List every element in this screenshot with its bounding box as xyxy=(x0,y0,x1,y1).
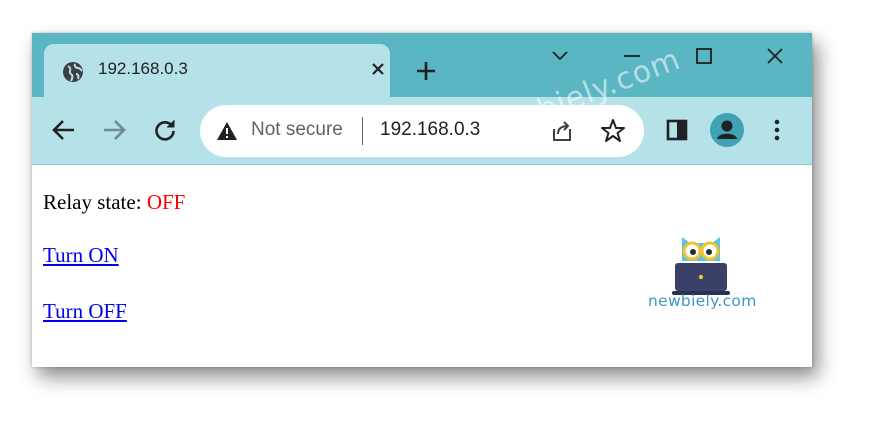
relay-state-label: Relay state: xyxy=(43,190,142,214)
warning-icon[interactable] xyxy=(216,121,238,141)
profile-avatar-icon[interactable] xyxy=(710,113,744,147)
chevron-down-icon[interactable] xyxy=(540,39,580,73)
address-bar[interactable]: Not secure 192.168.0.3 xyxy=(200,105,644,157)
security-label[interactable]: Not secure xyxy=(251,119,351,141)
omnibox-divider xyxy=(362,117,363,145)
reload-icon[interactable] xyxy=(148,113,182,147)
star-icon[interactable] xyxy=(600,118,626,144)
relay-state-value: OFF xyxy=(146,190,186,214)
relay-state-line: Relay state: OFF xyxy=(43,190,185,215)
logo-text: newbiely.com xyxy=(648,292,757,310)
close-window-icon[interactable] xyxy=(755,39,795,73)
globe-icon xyxy=(62,61,84,83)
tab-active[interactable]: 192.168.0.3 xyxy=(44,44,390,97)
close-icon[interactable] xyxy=(366,57,390,81)
side-panel-icon[interactable] xyxy=(660,113,694,147)
url-text[interactable]: 192.168.0.3 xyxy=(380,119,480,141)
share-icon[interactable] xyxy=(550,119,574,143)
minimize-icon[interactable] xyxy=(612,39,652,73)
new-tab-button[interactable] xyxy=(412,57,440,85)
tab-title: 192.168.0.3 xyxy=(98,59,188,78)
more-menu-icon[interactable] xyxy=(760,113,794,147)
browser-window: 192.168.0.3 Not secure 192.168.0.3 newbi… xyxy=(32,33,812,367)
browser-toolbar: Not secure 192.168.0.3 xyxy=(32,97,812,165)
owl-logo-icon xyxy=(672,231,730,297)
maximize-icon[interactable] xyxy=(684,39,724,73)
page-content: Relay state: OFF Turn ON Turn OFF newbie… xyxy=(32,165,812,367)
turn-on-link[interactable]: Turn ON xyxy=(43,243,119,268)
forward-arrow-icon[interactable] xyxy=(97,113,131,147)
tab-strip: 192.168.0.3 xyxy=(32,33,812,97)
turn-off-link[interactable]: Turn OFF xyxy=(43,299,127,324)
back-arrow-icon[interactable] xyxy=(47,113,81,147)
